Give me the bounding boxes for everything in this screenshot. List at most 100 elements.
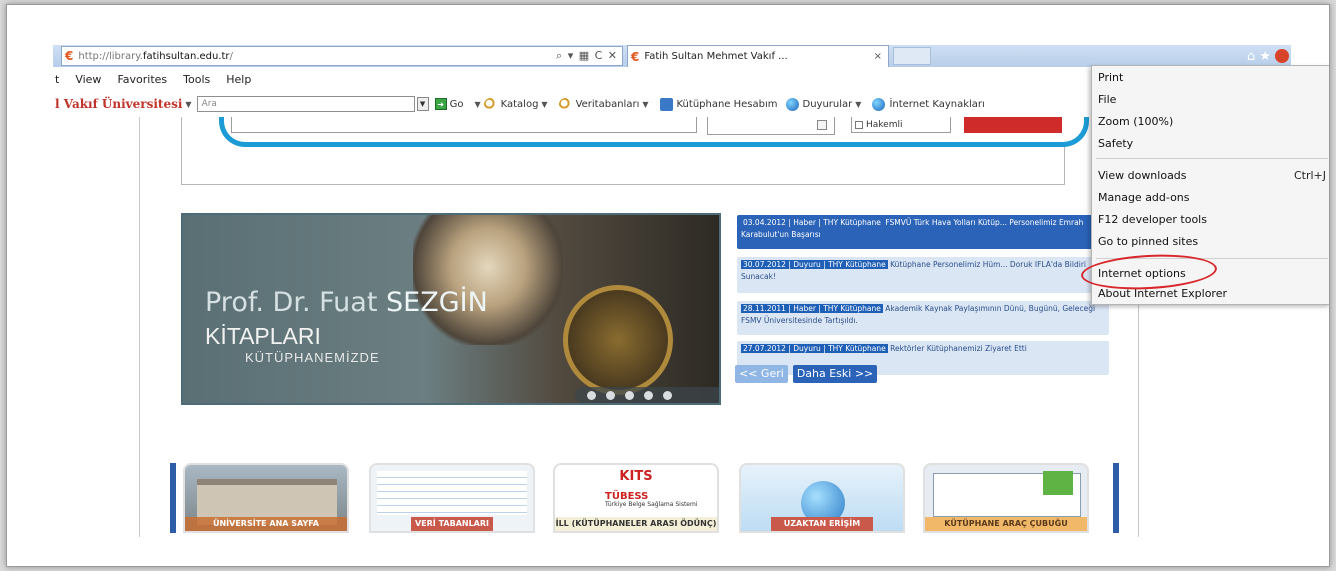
menu-help[interactable]: Help	[224, 73, 253, 86]
menu-edit[interactable]: t	[53, 73, 61, 86]
menu-tools[interactable]: Tools	[181, 73, 212, 86]
chevron-down-icon[interactable]: ▼	[541, 100, 547, 109]
toolbar-hesabim[interactable]: Kütüphane Hesabım	[659, 97, 778, 111]
news-pagination: << Geri Daha Eski >>	[735, 365, 878, 383]
new-tab-button[interactable]	[893, 47, 931, 65]
tile-databases[interactable]: VERİ TABANLARI	[369, 463, 535, 533]
tab-close-icon[interactable]: ×	[874, 51, 888, 62]
tab-title: Fatih Sultan Mehmet Vakıf ...	[644, 51, 788, 62]
news-meta: 27.07.2012 | Duyuru | THY Kütüphane	[741, 344, 888, 353]
ie-logo-icon: €	[65, 49, 74, 63]
browser-title-bar: € http://library.fatihsultan.edu.tr/ ⌕ ▾…	[53, 45, 1291, 67]
news-prev-button[interactable]: << Geri	[735, 365, 788, 383]
home-favorites-icons[interactable]: ⌂ ★	[1247, 49, 1271, 64]
menu-item-file[interactable]: File	[1098, 90, 1326, 110]
kits-logo: KITS	[619, 469, 653, 484]
toolbar-item-label: Duyurular	[802, 98, 853, 110]
go-arrow-icon[interactable]: ➜	[434, 98, 447, 110]
toolbar-duyurular[interactable]: Duyurular ▼	[785, 97, 865, 111]
news-item[interactable]: 28.11.2011 | Haber | THY Kütüphane Akade…	[737, 301, 1109, 335]
banner-title-name: Prof. Dr. Fuat	[205, 287, 386, 318]
banner-title: Prof. Dr. Fuat SEZGİN	[205, 287, 488, 318]
news-meta: 30.07.2012 | Duyuru | THY Kütüphane	[741, 260, 888, 269]
browser-tab[interactable]: € Fatih Sultan Mehmet Vakıf ... ×	[627, 45, 889, 67]
astrolabe-image	[563, 285, 673, 395]
tile-label: ÜNİVERSİTE ANA SAYFA	[185, 517, 347, 531]
hakemli-label: Hakemli	[866, 119, 903, 130]
search-option-checkbox[interactable]	[817, 120, 827, 130]
slider-dot[interactable]	[644, 390, 653, 400]
news-next-button[interactable]: Daha Eski >>	[792, 365, 878, 383]
slider-dots[interactable]	[575, 387, 719, 403]
menu-item-label: File	[1098, 93, 1117, 106]
tile-ill[interactable]: KITS TÜBESS Türkiye Belge Sağlama Sistemi İ…	[553, 463, 719, 533]
menu-item-zoom[interactable]: Zoom (100%)	[1098, 112, 1326, 132]
menu-item-safety[interactable]: Safety	[1098, 134, 1326, 154]
slider-dot[interactable]	[663, 390, 672, 400]
go-label: Go	[449, 98, 464, 110]
tile-remote-access[interactable]: UZAKTAN ERİŞİM	[739, 463, 905, 533]
menu-item-manage-addons[interactable]: Manage add-ons	[1098, 188, 1326, 208]
menu-separator	[1096, 158, 1328, 159]
magnifier-icon	[483, 97, 497, 111]
toolbar-brand: l Vakıf Üniversitesi	[55, 97, 183, 111]
chevron-down-icon[interactable]: ▼	[642, 100, 648, 109]
chevron-down-icon[interactable]: ▼	[185, 100, 191, 109]
hakemli-checkbox[interactable]: Hakemli	[851, 117, 951, 133]
slider-dot[interactable]	[587, 390, 596, 400]
tiles-right-bar	[1113, 463, 1119, 533]
chevron-down-icon[interactable]: ▼	[474, 100, 480, 109]
toolbar-item-label: Kütüphane Hesabım	[676, 98, 778, 110]
menu-item-pinned-sites[interactable]: Go to pinned sites	[1098, 232, 1326, 252]
address-bar[interactable]: € http://library.fatihsultan.edu.tr/ ⌕ ▾…	[61, 46, 623, 66]
menu-view[interactable]: View	[73, 73, 103, 86]
download-icon	[1043, 471, 1073, 495]
url-path: /	[229, 50, 233, 62]
chevron-down-icon[interactable]: ▼	[855, 100, 861, 109]
gear-icon[interactable]	[1275, 49, 1289, 63]
slider-dot[interactable]	[625, 390, 634, 400]
url-prefix: http://library.	[78, 50, 143, 62]
banner-caption: KÜTÜPHANEMİZDE	[245, 350, 380, 365]
url-host: fatihsultan.edu.tr	[142, 50, 230, 62]
toolbar-internet-kaynaklari[interactable]: İnternet Kaynakları	[872, 97, 985, 111]
tile-label: UZAKTAN ERİŞİM	[771, 517, 873, 531]
sezgin-banner[interactable]: Prof. Dr. Fuat SEZGİN KİTAPLARI KÜTÜPHAN…	[181, 213, 721, 405]
folder-icon	[659, 97, 673, 111]
browser-top-tools: ⌂ ★	[1247, 45, 1289, 67]
url-text[interactable]: http://library.fatihsultan.edu.tr/	[78, 51, 556, 62]
menu-item-label: Manage add-ons	[1098, 191, 1190, 204]
portrait-image	[413, 215, 563, 345]
toolbar-katalog[interactable]: Katalog ▼	[483, 97, 551, 111]
slider-dot[interactable]	[606, 390, 615, 400]
menu-item-view-downloads[interactable]: View downloads Ctrl+J	[1098, 166, 1326, 186]
checkbox-icon[interactable]	[855, 120, 863, 129]
toolbar-search-input[interactable]: Ara	[196, 96, 415, 112]
search-dropdown-button[interactable]: ▼	[416, 97, 429, 111]
globe-icon	[785, 97, 799, 111]
menu-item-shortcut: Ctrl+J	[1293, 169, 1326, 182]
search-submit-button[interactable]	[964, 117, 1062, 133]
news-text[interactable]: Rektörler Kütüphanemizi Ziyaret Etti	[890, 344, 1027, 353]
toolbar-veritabanlari[interactable]: Veritabanları ▼	[558, 97, 652, 111]
tile-label: KÜTÜPHANE ARAÇ ÇUBUĞU	[925, 517, 1087, 531]
menu-item-label: Print	[1098, 71, 1124, 84]
news-item[interactable]: 03.04.2012 | Haber | THY Kütüphane FSMVÜ…	[737, 215, 1109, 249]
search-text-field[interactable]	[231, 117, 697, 133]
tile-toolbar[interactable]: KÜTÜPHANE ARAÇ ÇUBUĞU	[923, 463, 1089, 533]
magnifier-icon	[558, 97, 572, 111]
menu-item-f12-tools[interactable]: F12 developer tools	[1098, 210, 1326, 230]
tile-label: İLL (KÜTÜPHANELER ARASI ÖDÜNÇ)	[555, 517, 717, 531]
menu-item-print[interactable]: Print	[1098, 68, 1326, 88]
go-button[interactable]: Go	[450, 99, 464, 110]
menu-item-label: Safety	[1098, 137, 1134, 150]
tubess-subtitle: Türkiye Belge Sağlama Sistemi	[605, 501, 698, 508]
tab-favicon-icon: €	[631, 49, 640, 64]
menu-favorites[interactable]: Favorites	[115, 73, 169, 86]
search-type-field[interactable]	[707, 117, 835, 135]
news-item[interactable]: 30.07.2012 | Duyuru | THY Kütüphane Kütü…	[737, 257, 1109, 293]
toolbar-item-label: Veritabanları	[575, 98, 640, 110]
address-tools[interactable]: ⌕ ▾ ▦ C ✕	[556, 49, 622, 63]
tile-university-home[interactable]: ÜNİVERSİTE ANA SAYFA	[183, 463, 349, 533]
toolbar-item-label: Katalog	[500, 98, 539, 110]
